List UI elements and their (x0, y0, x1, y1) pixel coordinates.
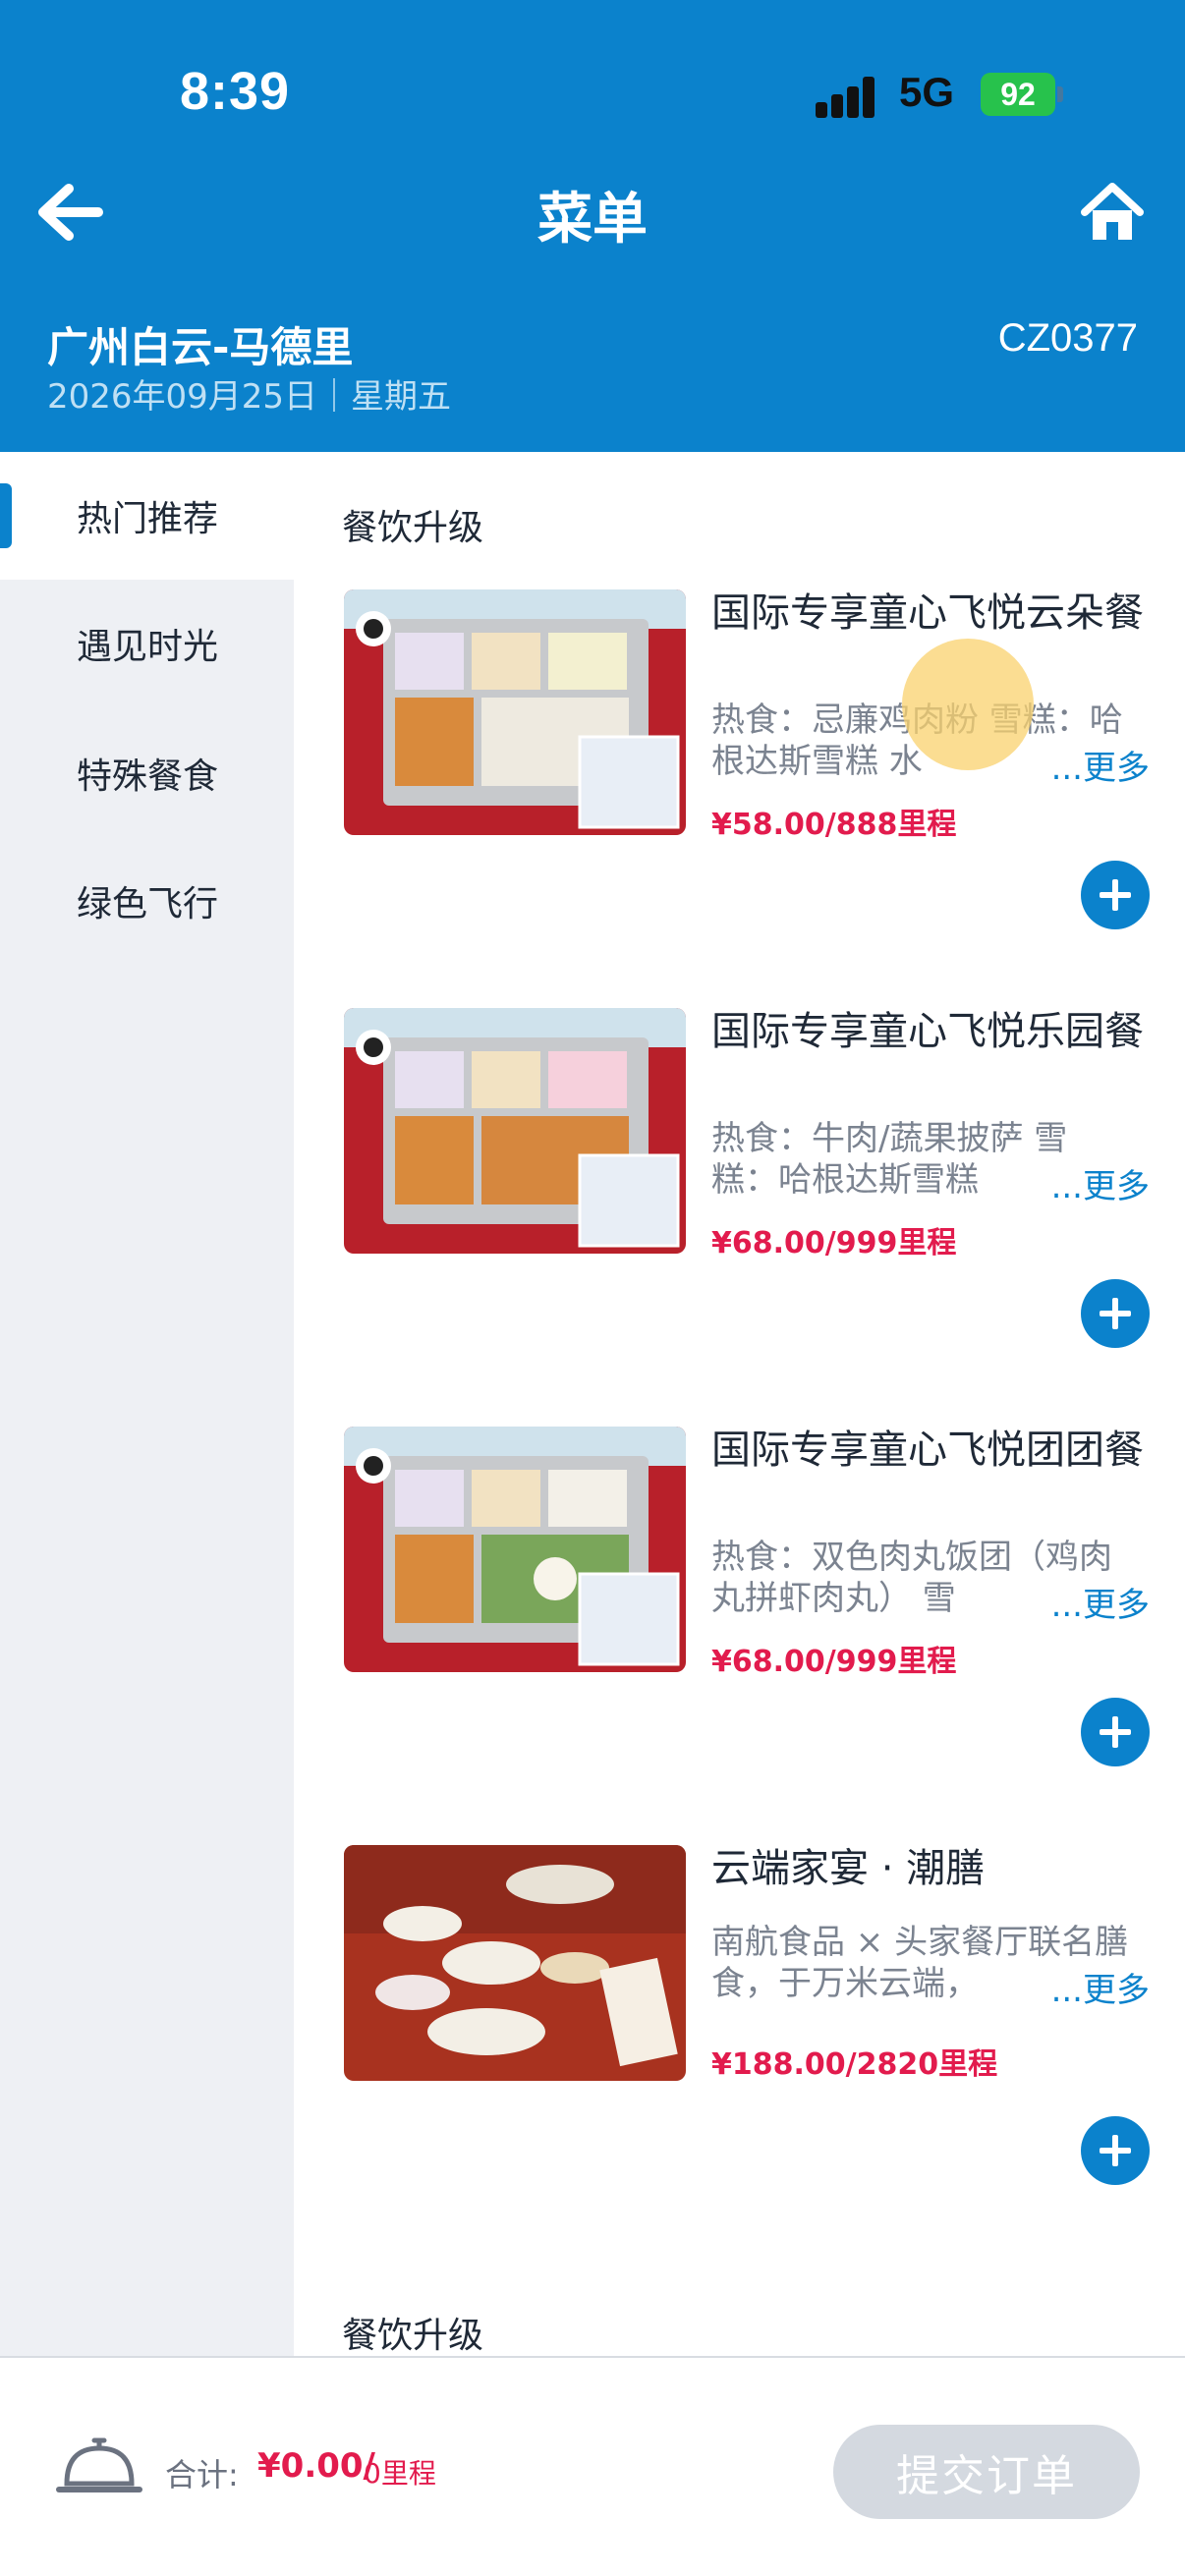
battery-tip (1057, 86, 1063, 102)
flight-route: 广州白云-马德里 (47, 323, 354, 371)
signal-icon (816, 77, 876, 118)
add-to-cart-button[interactable] (1081, 861, 1150, 929)
touch-indicator (902, 639, 1034, 770)
meal-image (344, 589, 686, 835)
meal-image (344, 1427, 686, 1672)
section-title: 餐饮升级 (342, 2316, 484, 2356)
sidebar-item-special[interactable]: 特殊餐食 (0, 709, 294, 837)
section-title: 餐饮升级 (342, 508, 484, 548)
total-amount: ¥0.00/ (257, 2446, 375, 2486)
menu-item-price: ¥68.00/999里程 (711, 1645, 957, 1679)
menu-item[interactable]: 国际专享童心飞悦乐园餐 热食：牛肉/蔬果披萨 雪糕：哈根达斯雪糕 ...更多 ¥… (344, 1008, 1150, 1427)
meal-image (344, 1008, 686, 1254)
more-link[interactable]: ...更多 (1051, 1963, 1150, 2011)
home-icon[interactable] (1079, 181, 1146, 244)
add-to-cart-button[interactable] (1081, 1698, 1150, 1766)
sidebar-item-green[interactable]: 绿色飞行 (0, 837, 294, 965)
battery-icon: 92 (981, 73, 1055, 116)
add-to-cart-button[interactable] (1081, 1279, 1150, 1348)
sidebar-item-label: 绿色飞行 (77, 884, 219, 924)
menu-item-title: 国际专享童心飞悦团团餐 (711, 1428, 1144, 1473)
menu-item-price: ¥58.00/888里程 (711, 808, 957, 842)
sidebar-item-hot[interactable]: 热门推荐 (0, 452, 294, 580)
menu-item-price: ¥188.00/2820里程 (711, 2047, 998, 2082)
menu-item[interactable]: 国际专享童心飞悦云朵餐 热食：忌廉鸡肉粉 雪糕：哈根达斯雪糕 水 ...更多 ¥… (344, 589, 1150, 1008)
battery-level: 92 (1000, 76, 1036, 112)
menu-item-title: 国际专享童心飞悦乐园餐 (711, 1009, 1144, 1054)
flight-date: 2026年09月25日｜星期五 (47, 377, 452, 417)
meal-image (344, 1845, 686, 2081)
more-link[interactable]: ...更多 (1051, 741, 1150, 789)
sidebar-item-time[interactable]: 遇见时光 (0, 580, 294, 707)
sidebar-item-label: 热门推荐 (77, 499, 219, 539)
menu-item[interactable]: 云端家宴 · 潮膳 南航食品 × 头家餐厅联名膳食，于万米云端， ...更多 ¥… (344, 1845, 1150, 2264)
menu-item-price: ¥68.00/999里程 (711, 1226, 957, 1260)
more-link[interactable]: ...更多 (1051, 1159, 1150, 1207)
menu-item-title: 云端家宴 · 潮膳 (711, 1846, 986, 1891)
sidebar-item-label: 遇见时光 (77, 627, 219, 667)
service-bell-icon (56, 2437, 142, 2492)
more-link[interactable]: ...更多 (1051, 1578, 1150, 1626)
network-type: 5G (899, 69, 955, 115)
add-to-cart-button[interactable] (1081, 2116, 1150, 2185)
sidebar-item-label: 特殊餐食 (77, 756, 219, 797)
header: 8:39 5G 92 菜单 广州白云-马德里 2026年09月25日｜星期五 C… (0, 0, 1185, 452)
bottom-bar: 合计: ¥0.00/ 0里程 提交订单 (0, 2356, 1185, 2576)
page-title: 菜单 (537, 188, 648, 252)
total-label: 合计: (165, 2456, 239, 2493)
menu-item[interactable]: 国际专享童心飞悦团团餐 热食：双色肉丸饭团（鸡肉丸拼虾肉丸） 雪 ...更多 ¥… (344, 1427, 1150, 1845)
status-time: 8:39 (180, 62, 291, 121)
menu-item-title: 国际专享童心飞悦云朵餐 (711, 590, 1144, 636)
category-sidebar: 热门推荐 遇见时光 特殊餐食 绿色飞行 (0, 452, 294, 2358)
total-miles: 0里程 (364, 2457, 436, 2490)
flight-number: CZ0377 (997, 316, 1138, 360)
submit-order-button[interactable]: 提交订单 (833, 2425, 1140, 2519)
